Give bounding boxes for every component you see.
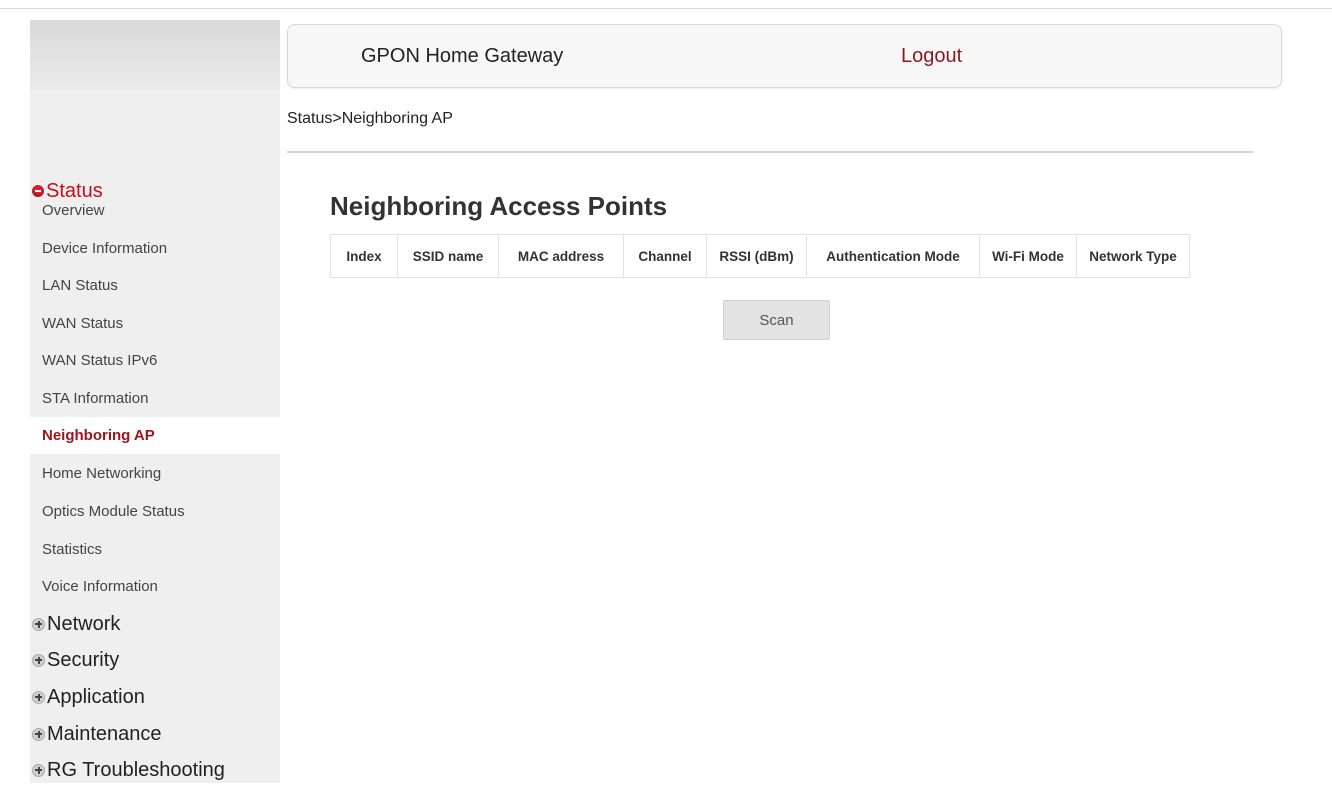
menu-group-label: Network [47,612,121,635]
sidebar-item-label: Home Networking [42,465,162,482]
sidebar-item-label: STA Information [42,390,149,407]
sidebar-item-lan-status[interactable]: LAN Status [30,267,280,304]
sidebar-item-label: Device Information [42,240,168,257]
expand-icon [32,617,45,631]
neighboring-ap-table: Index SSID name MAC address Channel RSSI… [330,234,1190,278]
top-divider [0,8,1332,9]
content-divider [287,151,1253,153]
column-header-authentication-mode: Authentication Mode [806,234,980,278]
sidebar-item-statistics[interactable]: Statistics [30,531,280,568]
header-title: GPON Home Gateway [361,45,564,67]
menu-group-rg-troubleshooting[interactable]: RG Troubleshooting [30,755,280,785]
menu-group-application[interactable]: Application [30,682,280,712]
column-header-wifi-mode: Wi-Fi Mode [979,234,1077,278]
logo-area [30,20,280,90]
column-header-mac-address: MAC address [498,234,624,278]
sidebar-item-home-networking[interactable]: Home Networking [30,455,280,492]
scan-button[interactable]: Scan [723,300,830,340]
sidebar-item-voice-information[interactable]: Voice Information [30,568,280,605]
menu-group-label: Security [47,648,120,671]
sidebar-item-neighboring-ap[interactable]: Neighboring AP [30,417,280,454]
sidebar: Status Overview Device Information LAN S… [30,20,280,783]
sidebar-item-label: Optics Module Status [42,503,185,520]
column-header-network-type: Network Type [1076,234,1190,278]
table-header-row: Index SSID name MAC address Channel RSSI… [330,234,1190,278]
menu-group-network[interactable]: Network [30,609,280,639]
sidebar-item-optics-module-status[interactable]: Optics Module Status [30,493,280,530]
expand-icon [32,653,45,667]
sidebar-item-label: WAN Status IPv6 [42,352,158,369]
sidebar-item-device-information[interactable]: Device Information [30,230,280,267]
menu-group-label: Application [47,685,145,708]
sidebar-item-label: Neighboring AP [42,427,155,444]
header-bar: GPON Home Gateway Logout [287,24,1282,88]
breadcrumb: Status>Neighboring AP [287,110,453,127]
menu-group-maintenance[interactable]: Maintenance [30,719,280,749]
sidebar-item-label: Statistics [42,541,103,558]
sidebar-item-label: LAN Status [42,277,118,294]
column-header-rssi: RSSI (dBm) [706,234,807,278]
sidebar-item-wan-status[interactable]: WAN Status [30,305,280,342]
menu-group-security[interactable]: Security [30,645,280,675]
column-header-index: Index [330,234,398,278]
sidebar-item-overview[interactable]: Overview [30,192,280,229]
column-header-channel: Channel [623,234,707,278]
column-header-ssid-name: SSID name [397,234,499,278]
menu-group-label: RG Troubleshooting [47,758,225,781]
sidebar-item-sta-information[interactable]: STA Information [30,380,280,417]
sidebar-item-label: Overview [42,202,105,219]
expand-icon [32,690,45,704]
logout-link[interactable]: Logout [901,45,962,68]
menu-group-label: Maintenance [47,722,162,745]
expand-icon [32,763,45,777]
expand-icon [32,727,45,741]
sidebar-item-wan-status-ipv6[interactable]: WAN Status IPv6 [30,342,280,379]
sidebar-item-label: WAN Status [42,315,124,332]
sidebar-item-label: Voice Information [42,578,158,595]
page-title: Neighboring Access Points [330,191,668,221]
